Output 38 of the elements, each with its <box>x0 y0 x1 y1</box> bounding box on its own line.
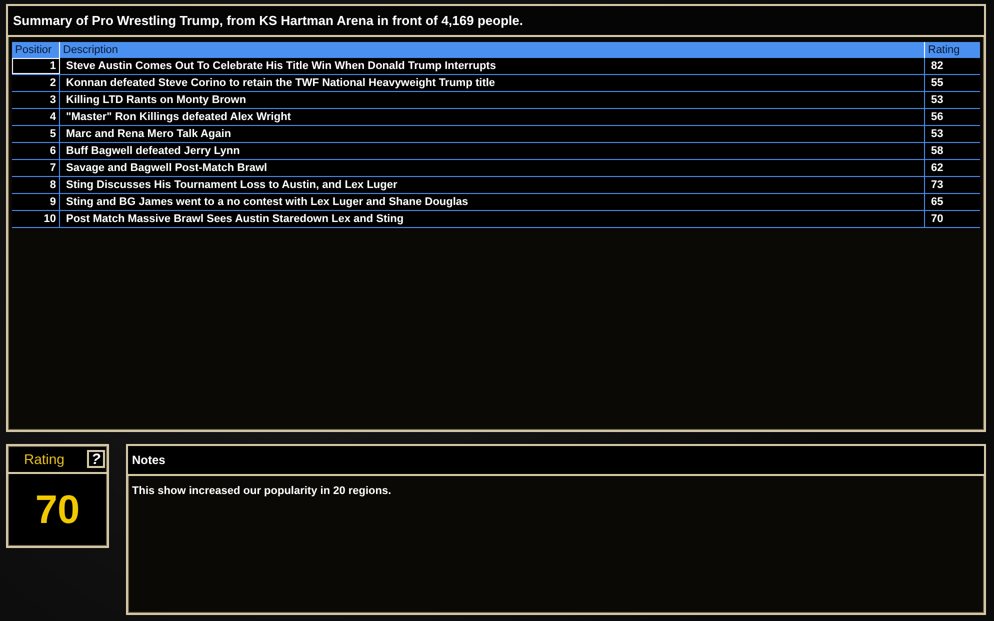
table-cell: Marc and Rena Mero Talk Again <box>60 126 925 142</box>
table-cell: Savage and Bagwell Post-Match Brawl <box>60 160 925 176</box>
rating-label: Rating <box>24 451 64 467</box>
help-button[interactable]: ? <box>87 450 105 468</box>
table-cell[interactable]: 4 <box>12 109 60 125</box>
table-cell[interactable]: 6 <box>12 143 60 159</box>
column-header[interactable]: Positior <box>12 42 60 58</box>
table-cell: Killing LTD Rants on Monty Brown <box>60 92 925 108</box>
table-cell: Sting Discusses His Tournament Loss to Austin, and Lex Luger <box>60 177 925 193</box>
table-cell-text: 62 <box>930 161 944 176</box>
table-cell-text: 56 <box>930 110 944 125</box>
column-header[interactable]: Rating <box>925 42 980 58</box>
table-cell-text: 58 <box>930 144 944 159</box>
table-cell: Konnan defeated Steve Corino to retain the TWF National Heavyweight Trump title <box>60 75 925 91</box>
table-cell-text: 65 <box>930 195 944 210</box>
table-cell-text: 73 <box>930 178 944 193</box>
table-cell-text: 55 <box>930 76 944 91</box>
table-cell[interactable]: 5 <box>12 126 60 142</box>
summary-title: Summary of Pro Wrestling Trump, from KS Hartman Arena in front of 4,169 people. <box>8 6 984 37</box>
table-cell-text: 53 <box>930 93 944 108</box>
notes-title: Notes <box>128 446 984 476</box>
table-cell[interactable]: 10 <box>12 211 60 227</box>
table-cell: Buff Bagwell defeated Jerry Lynn <box>60 143 925 159</box>
table-cell[interactable]: 8 <box>12 177 60 193</box>
table-cell: Sting and BG James went to a no contest with Lex Luger and Shane Douglas <box>60 194 925 210</box>
table-cell: Post Match Massive Brawl Sees Austin Staredown Lex and Sting <box>60 211 925 227</box>
table-cell: Steve Austin Comes Out To Celebrate His Title Win When Donald Trump Interrupts <box>60 58 925 74</box>
table-cell-text: 53 <box>930 127 944 142</box>
notes-text: This show increased our popularity in 20 regions. <box>131 484 392 499</box>
table-cell[interactable]: 2 <box>12 75 60 91</box>
table-cell[interactable]: 9 <box>12 194 60 210</box>
table-cell-text: 82 <box>930 59 944 74</box>
table-cell[interactable]: 1 <box>12 58 60 74</box>
rating-value: 70 <box>34 486 81 534</box>
table-cell[interactable]: 7 <box>12 160 60 176</box>
table-cell[interactable]: 3 <box>12 92 60 108</box>
table-cell-text: 70 <box>930 212 944 227</box>
table-cell: "Master" Ron Killings defeated Alex Wright <box>60 109 925 125</box>
